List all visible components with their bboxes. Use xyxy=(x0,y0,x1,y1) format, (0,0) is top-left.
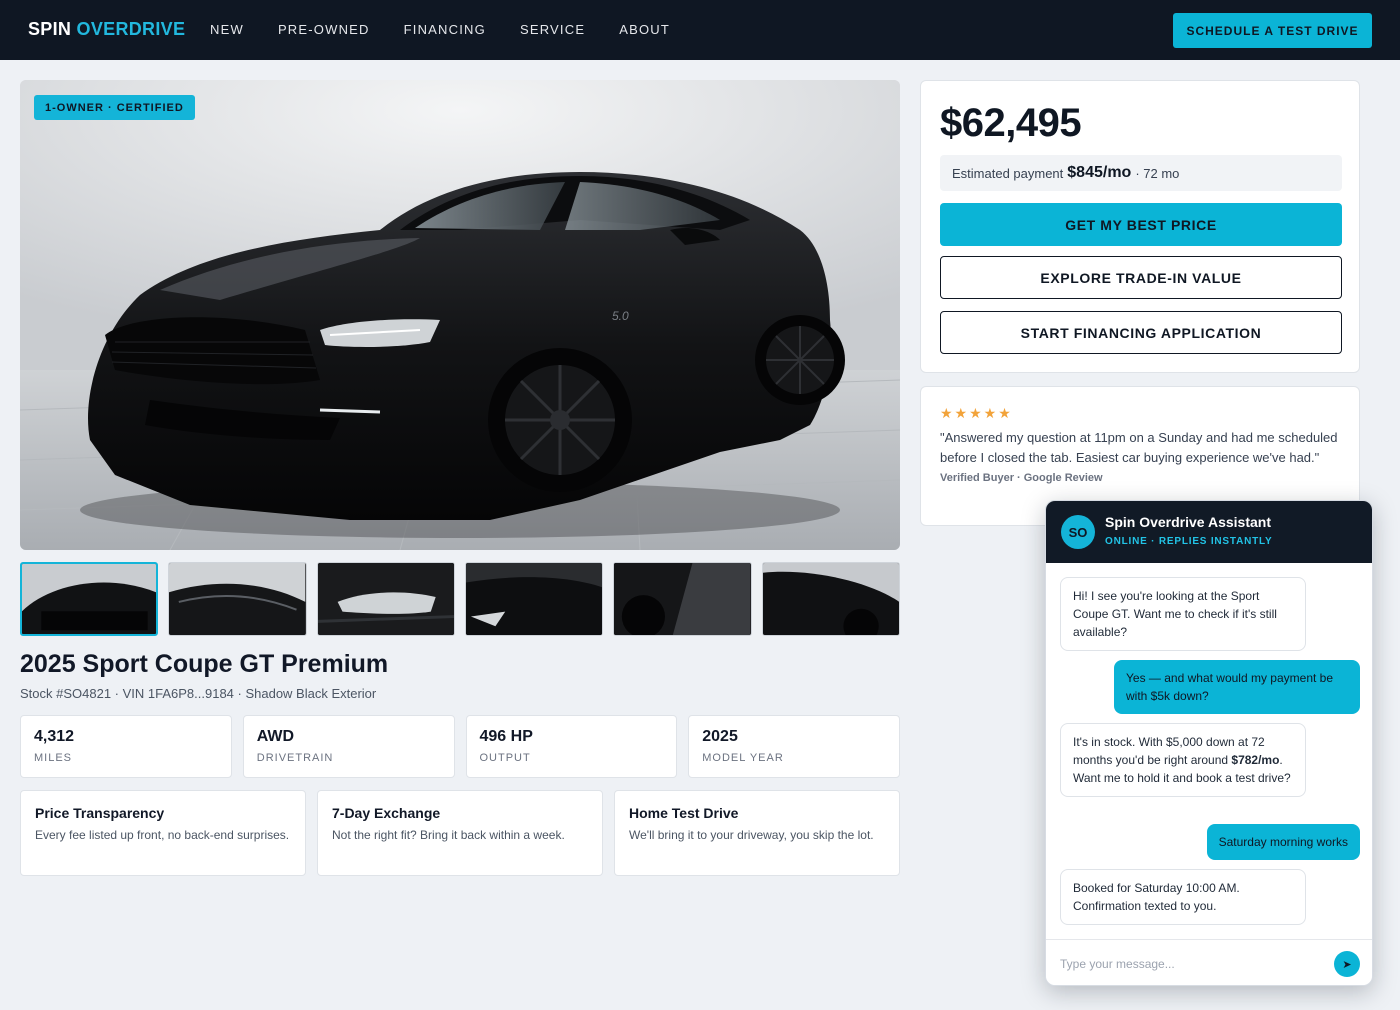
feature-title: Home Test Drive xyxy=(629,805,739,821)
start-financing-button[interactable]: START FINANCING APPLICATION xyxy=(940,311,1342,354)
certified-badge: 1-OWNER · CERTIFIED xyxy=(34,95,195,120)
spec-label: DRIVETRAIN xyxy=(256,752,334,764)
chat-message-bot: Hi! I see you're looking at the Sport Co… xyxy=(1060,577,1306,651)
chat-message-user: Yes — and what would my payment be with … xyxy=(1114,660,1360,714)
nav-link-about[interactable]: ABOUT xyxy=(619,22,670,37)
schedule-test-drive-button[interactable]: SCHEDULE A TEST DRIVE xyxy=(1173,13,1372,48)
thumbnail-image xyxy=(762,563,899,635)
spec-cards: 4,312 MILES AWD DRIVETRAIN 496 HP OUTPUT… xyxy=(20,715,900,778)
estimated-payment-label: Estimated payment xyxy=(952,165,1064,181)
feature-description: Every fee listed up front, no back-end s… xyxy=(35,828,290,842)
vehicle-stock-info: Stock #SO4821 · VIN 1FA6P8...9184 · Shad… xyxy=(20,686,377,701)
thumbnail-3[interactable] xyxy=(316,562,455,636)
feature-card-exchange: 7-Day Exchange Not the right fit? Bring … xyxy=(317,790,603,876)
chat-message-input[interactable] xyxy=(1060,954,1320,974)
chat-message-list: Hi! I see you're looking at the Sport Co… xyxy=(1046,563,1372,939)
chat-input-bar: ➤ xyxy=(1046,939,1372,985)
estimated-payment-amount: $845/mo xyxy=(1067,164,1132,181)
feature-card-price-transparency: Price Transparency Every fee listed up f… xyxy=(20,790,306,876)
chat-title: Spin Overdrive Assistant xyxy=(1105,514,1271,530)
thumbnail-1[interactable] xyxy=(20,562,159,636)
brand-name: SPIN xyxy=(28,19,72,39)
spec-card-miles: 4,312 MILES xyxy=(20,715,232,778)
chat-status: ONLINE · REPLIES INSTANTLY xyxy=(1105,536,1273,547)
nav-link-pre-owned[interactable]: PRE-OWNED xyxy=(278,22,370,37)
vehicle-price: $62,495 xyxy=(940,101,1082,145)
review-source: Verified Buyer · Google Review xyxy=(940,472,1103,484)
price-card: $62,495 Estimated payment $845/mo · 72 m… xyxy=(920,80,1360,373)
chat-message-bot: Booked for Saturday 10:00 AM. Confirmati… xyxy=(1060,869,1306,925)
chat-header: SO Spin Overdrive Assistant ONLINE · REP… xyxy=(1046,501,1372,563)
thumbnail-4[interactable] xyxy=(465,562,604,636)
vehicle-photo: 5.0 xyxy=(20,80,900,550)
spec-label: MODEL YEAR xyxy=(702,752,784,764)
thumbnail-6[interactable] xyxy=(761,562,900,636)
spec-card-drivetrain: AWD DRIVETRAIN xyxy=(242,715,455,778)
explore-trade-in-button[interactable]: EXPLORE TRADE-IN VALUE xyxy=(940,256,1342,299)
thumbnail-image xyxy=(466,563,603,635)
spec-value: 2025 xyxy=(702,728,738,745)
nav-link-service[interactable]: SERVICE xyxy=(520,22,585,37)
feature-card-home-test-drive: Home Test Drive We'll bring it to your d… xyxy=(614,790,900,876)
vehicle-title: 2025 Sport Coupe GT Premium xyxy=(20,650,389,678)
feature-title: Price Transparency xyxy=(35,805,165,821)
avatar: SO xyxy=(1061,515,1095,549)
vehicle-hero-image[interactable]: 5.0 1-OWNER · CERTIFIED xyxy=(20,80,900,550)
estimated-payment: Estimated payment $845/mo · 72 mo xyxy=(940,155,1342,191)
thumbnail-5[interactable] xyxy=(613,562,752,636)
review-quote: "Answered my question at 11pm on a Sunda… xyxy=(940,430,1338,465)
thumbnail-image xyxy=(169,563,306,635)
feature-title: 7-Day Exchange xyxy=(332,805,441,821)
nav-link-financing[interactable]: FINANCING xyxy=(404,22,486,37)
spec-card-model-year: 2025 MODEL YEAR xyxy=(688,715,900,778)
top-navigation-bar: SPIN OVERDRIVE NEW PRE-OWNED FINANCING S… xyxy=(0,0,1400,60)
chat-message-user: Saturday morning works xyxy=(1206,824,1360,860)
feature-cards: Price Transparency Every fee listed up f… xyxy=(20,790,900,876)
spec-label: OUTPUT xyxy=(479,752,531,764)
thumbnail-image xyxy=(614,563,751,635)
get-best-price-button[interactable]: GET MY BEST PRICE xyxy=(940,203,1342,246)
feature-description: Not the right fit? Bring it back within … xyxy=(332,828,565,842)
send-arrow-icon[interactable]: ➤ xyxy=(1334,951,1360,977)
thumbnail-image xyxy=(317,563,454,635)
brand-logo[interactable]: SPIN OVERDRIVE xyxy=(28,19,185,40)
spec-card-output: 496 HP OUTPUT xyxy=(465,715,678,778)
feature-description: We'll bring it to your driveway, you ski… xyxy=(629,828,874,842)
thumbnail-image xyxy=(22,564,157,634)
chat-message-highlight: $782/mo xyxy=(1231,753,1280,767)
nav-link-new[interactable]: NEW xyxy=(210,22,244,37)
brand-name-accent: OVERDRIVE xyxy=(76,19,186,39)
thumbnail-2[interactable] xyxy=(168,562,307,636)
chat-message-bot: It's in stock. With $5,000 down at 72 mo… xyxy=(1060,723,1306,797)
spec-label: MILES xyxy=(34,752,73,764)
star-rating-icon: ★★★★★ xyxy=(940,405,1013,421)
spec-value: AWD xyxy=(256,728,295,745)
chat-widget: SO Spin Overdrive Assistant ONLINE · REP… xyxy=(1045,500,1373,986)
svg-text:5.0: 5.0 xyxy=(612,309,629,323)
estimated-payment-term: · 72 mo xyxy=(1135,165,1180,181)
spec-value: 4,312 xyxy=(34,728,75,745)
thumbnail-strip xyxy=(20,562,900,636)
main-nav: NEW PRE-OWNED FINANCING SERVICE ABOUT xyxy=(210,22,670,37)
spec-value: 496 HP xyxy=(479,728,533,745)
